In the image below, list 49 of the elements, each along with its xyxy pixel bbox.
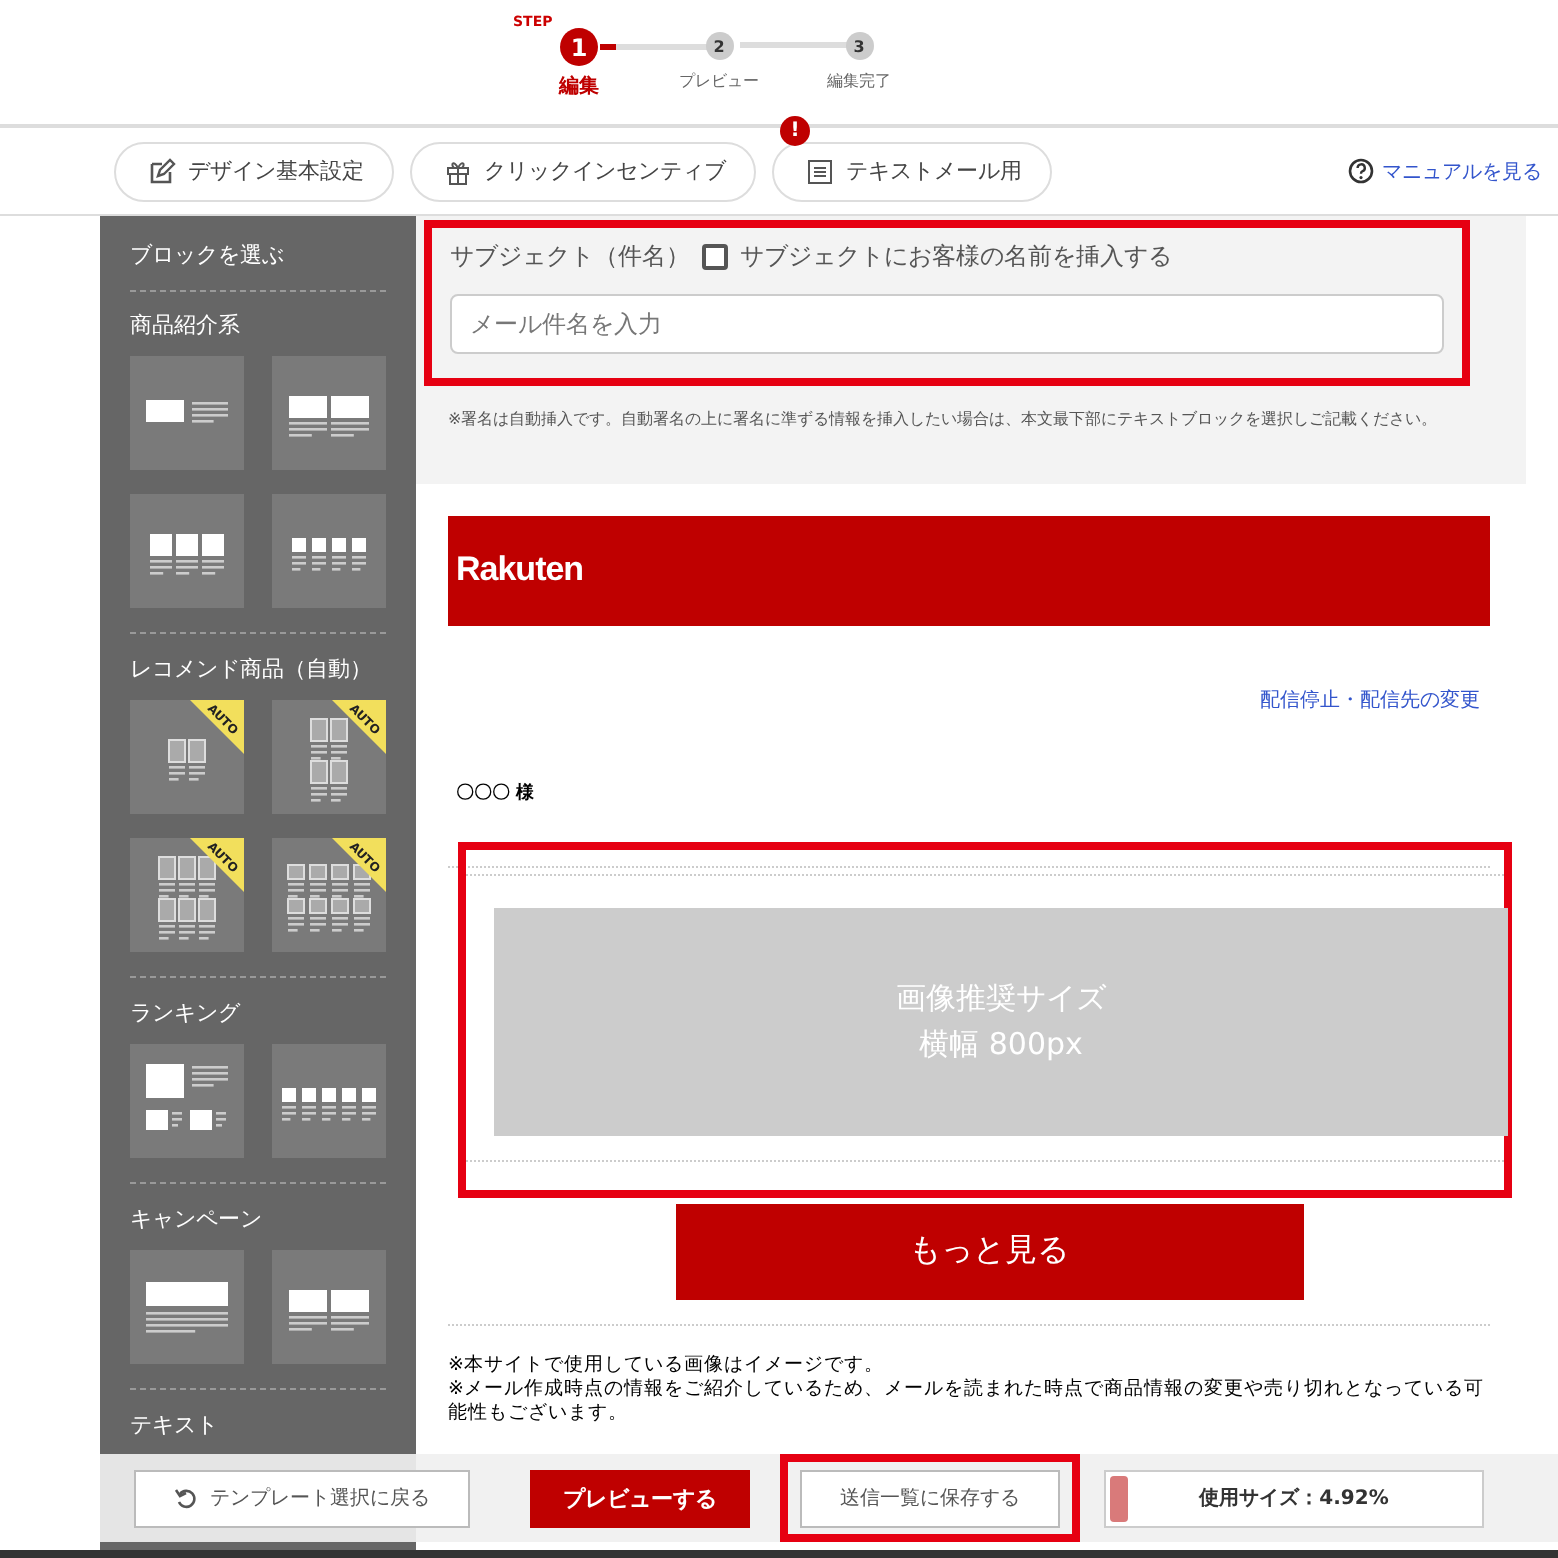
signature-note: ※署名は自動挿入です。自動署名の上に署名に準ずる情報を挿入したい場合は、本文最下部にテキストブロックを選択しご記載ください。	[448, 410, 1440, 432]
back-button[interactable]: テンプレート選択に戻る	[134, 1469, 470, 1527]
greeting: 〇〇〇 様	[456, 781, 537, 806]
block-thumbnail[interactable]	[130, 1250, 244, 1364]
section-title: ランキング	[130, 998, 243, 1028]
logo: Rakuten	[456, 550, 584, 591]
more-button[interactable]: もっと見る	[675, 1203, 1303, 1300]
step-number: 1	[560, 28, 598, 66]
section-title: レコメンド商品（自動）	[130, 654, 374, 684]
block-thumbnail[interactable]	[272, 1044, 386, 1158]
preview-button[interactable]: プレビューする	[530, 1469, 750, 1527]
corner-ribbon	[332, 700, 386, 754]
disclaimer-text: ※メール作成時点の情報をご紹介しているため、メールを読まれた時点で商品情報の変更や売り切れとなっている可能性もございます。	[448, 1378, 1486, 1428]
help-icon	[1348, 158, 1374, 184]
block-thumbnail[interactable]	[272, 1250, 386, 1364]
list-icon	[806, 157, 834, 185]
save-button[interactable]: 送信一覧に保存する	[800, 1469, 1060, 1527]
block-thumbnail[interactable]	[272, 356, 386, 470]
toolbar-button[interactable]: デザイン基本設定	[114, 141, 394, 201]
manual-link[interactable]: マニュアルを見る	[1348, 157, 1542, 185]
corner-ribbon	[190, 700, 244, 754]
step-label: 編集	[559, 73, 599, 100]
section-title: キャンペーン	[130, 1204, 264, 1234]
undo-icon	[174, 1486, 198, 1510]
corner-ribbon	[190, 838, 244, 892]
sidebar-title: ブロックを選ぶ	[130, 236, 386, 292]
toolbar-button[interactable]: テキストメール用	[772, 141, 1052, 201]
pencil-icon	[148, 157, 176, 185]
subject-field[interactable]: メール件名を入力	[450, 294, 1444, 354]
block-thumbnail[interactable]	[130, 1044, 244, 1158]
checkbox-label: サブジェクトにお客様の名前を挿入する	[740, 240, 1172, 274]
subject-label: サブジェクト（件名）	[450, 240, 690, 274]
alert-badge: !	[780, 115, 810, 145]
gift-icon	[444, 157, 472, 185]
toolbar-button[interactable]: クリックインセンティブ	[410, 141, 756, 201]
unsubscribe-link[interactable]: 配信停止・配信先の変更	[1260, 685, 1480, 714]
checkbox[interactable]	[702, 244, 728, 270]
step-label: 編集完了	[827, 70, 891, 92]
block-thumbnail[interactable]	[130, 494, 244, 608]
disclaimer-text: ※本サイトで使用している画像はイメージです。	[448, 1353, 886, 1378]
corner-ribbon	[332, 838, 386, 892]
block-thumbnail[interactable]	[130, 356, 244, 470]
section-title: 商品紹介系	[130, 310, 242, 340]
step-number: 3	[845, 32, 873, 60]
step-label: プレビュー	[679, 70, 759, 92]
step-number: 2	[705, 32, 733, 60]
usage-label: 使用サイズ：4.92%	[1199, 1485, 1389, 1512]
block-thumbnail[interactable]	[272, 494, 386, 608]
section-title: テキスト	[130, 1410, 220, 1440]
